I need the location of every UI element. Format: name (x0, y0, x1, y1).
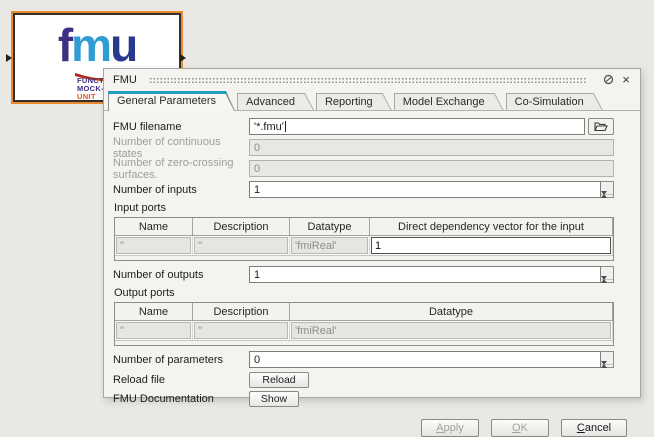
num-inputs-input[interactable]: 1 (249, 181, 601, 198)
fmu-logo: fmu (58, 23, 136, 67)
text-caret (285, 121, 286, 132)
input-ports-table: Name Description Datatype Direct depende… (114, 217, 614, 261)
column-header: Description (193, 218, 290, 236)
tab-advanced[interactable]: Advanced (237, 93, 314, 110)
column-header: Direct dependency vector for the input (370, 218, 613, 236)
table-cell-datatype: 'fmiReal' (290, 321, 613, 340)
column-header: Name (115, 218, 193, 236)
reload-file-label: Reload file (113, 374, 249, 386)
table-cell-description: '' (193, 321, 290, 340)
cancel-button[interactable]: Cancel (561, 419, 627, 437)
column-header: Description (193, 303, 290, 321)
column-header: Datatype (290, 218, 370, 236)
spinner-down-icon[interactable] (601, 195, 613, 207)
dialog-button-row: Apply OK Cancel (113, 419, 627, 437)
folder-open-icon (594, 121, 608, 132)
fmu-filename-input[interactable]: '*.fmu' (249, 118, 585, 135)
num-parameters-label: Number of parameters (113, 354, 249, 366)
close-icon[interactable]: × (619, 73, 633, 87)
pin-icon[interactable] (601, 73, 615, 87)
dialog-title: FMU (113, 74, 137, 86)
table-cell-description: '' (193, 236, 290, 255)
fmu-documentation-label: FMU Documentation (113, 393, 249, 405)
reload-button[interactable]: Reload (249, 372, 309, 388)
tab-reporting[interactable]: Reporting (316, 93, 392, 110)
table-footer-strip (115, 255, 613, 260)
logo-letter-m: m (71, 19, 110, 71)
ok-button[interactable]: OK (491, 419, 549, 437)
output-ports-section-label: Output ports (114, 287, 627, 300)
continuous-states-value: 0 (249, 139, 614, 156)
show-documentation-button[interactable]: Show (249, 391, 299, 407)
table-cell-name: '' (115, 321, 193, 340)
fmu-filename-label: FMU filename (113, 121, 249, 133)
browse-file-button[interactable] (588, 118, 614, 135)
dialog-titlebar[interactable]: FMU × (104, 69, 640, 90)
column-header: Name (115, 303, 193, 321)
table-cell-dependency[interactable]: 1 (370, 236, 613, 255)
input-ports-section-label: Input ports (114, 202, 627, 215)
spinner-down-icon[interactable] (601, 280, 613, 292)
tab-bar: General Parameters Advanced Reporting Mo… (104, 90, 640, 111)
column-header: Datatype (290, 303, 613, 321)
num-outputs-label: Number of outputs (113, 269, 249, 281)
zero-crossing-label: Number of zero-crossing surfaces. (113, 157, 249, 181)
titlebar-grip[interactable] (149, 77, 587, 84)
table-footer-strip (115, 340, 613, 345)
logo-letter-f: f (58, 19, 71, 71)
num-parameters-input[interactable]: 0 (249, 351, 601, 368)
table-cell-datatype: 'fmiReal' (290, 236, 370, 255)
fmu-dialog: FMU × General Parameters Advanced Report… (103, 68, 641, 398)
num-inputs-stepper[interactable] (601, 181, 614, 198)
tab-panel-general-parameters: FMU filename '*.fmu' Number of continuou… (104, 111, 640, 437)
num-outputs-input[interactable]: 1 (249, 266, 601, 283)
output-port-icon (180, 54, 186, 62)
num-inputs-label: Number of inputs (113, 184, 249, 196)
num-parameters-stepper[interactable] (601, 351, 614, 368)
num-outputs-stepper[interactable] (601, 266, 614, 283)
tab-co-simulation[interactable]: Co-Simulation (506, 93, 603, 110)
input-port-icon (6, 54, 12, 62)
zero-crossing-value: 0 (249, 160, 614, 177)
apply-button[interactable]: Apply (421, 419, 479, 437)
tab-model-exchange[interactable]: Model Exchange (394, 93, 504, 110)
output-ports-table: Name Description Datatype '' '' 'fmiReal… (114, 302, 614, 346)
tab-general-parameters[interactable]: General Parameters (108, 91, 235, 111)
table-cell-name: '' (115, 236, 193, 255)
spinner-down-icon[interactable] (601, 365, 613, 377)
logo-letter-u: u (110, 19, 136, 71)
